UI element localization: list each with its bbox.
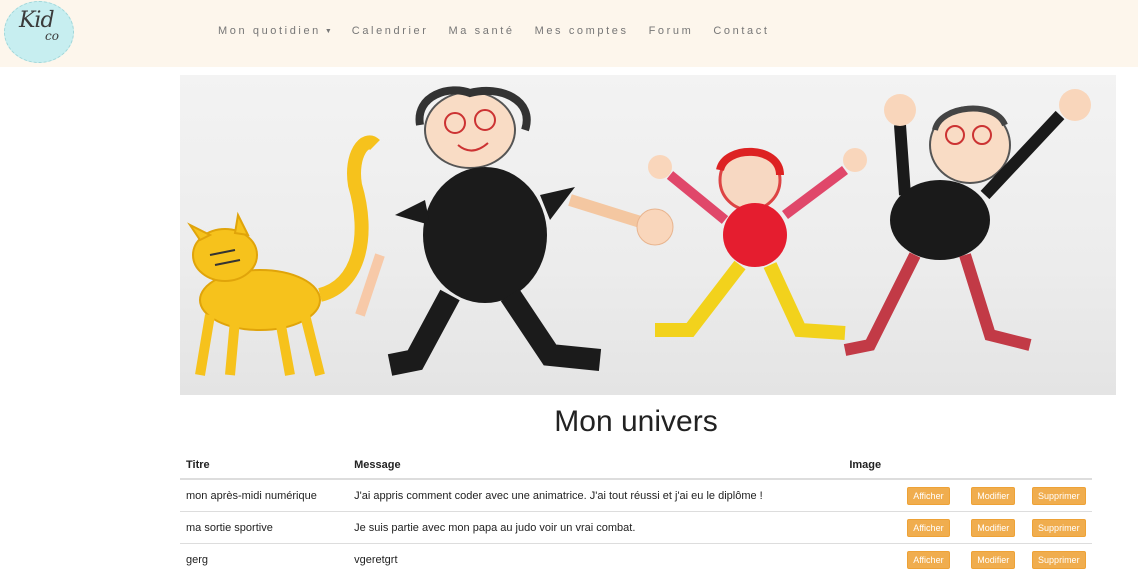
caret-down-icon: ▼ [322, 28, 332, 35]
table-row: ma sortie sportive Je suis partie avec m… [180, 511, 1092, 544]
nav-item-ma-sante[interactable]: Ma santé [449, 25, 515, 37]
nav-item-mon-quotidien[interactable]: Mon quotidien ▼ [218, 25, 332, 37]
cat-drawing [187, 135, 380, 377]
delete-button[interactable]: Supprimer [1032, 550, 1086, 569]
row-message: J'ai appris comment coder avec une anima… [354, 489, 763, 502]
show-button[interactable]: Afficher [907, 486, 950, 505]
delete-cell: Supprimer [1025, 543, 1092, 575]
column-header-title: Titre [180, 452, 349, 480]
edit-button[interactable]: Modifier [971, 550, 1016, 569]
row-title: gerg [180, 543, 349, 575]
child-figure [648, 147, 867, 340]
delete-cell: Supprimer [1026, 479, 1092, 512]
row-image [843, 479, 896, 512]
row-message: Je suis partie avec mon papa au judo voi… [348, 511, 844, 544]
children-drawing [187, 86, 1091, 377]
table-header-row: Titre Message Image [180, 452, 1092, 480]
row-title: ma sortie sportive [180, 511, 349, 544]
show-cell: Afficher [896, 479, 961, 512]
show-button[interactable]: Afficher [907, 518, 950, 537]
table-row: mon après-midi numérique J'ai appris com… [180, 479, 1092, 512]
edit-cell: Modifier [960, 511, 1026, 544]
edit-button[interactable]: Modifier [971, 486, 1016, 505]
delete-cell: Supprimer [1025, 511, 1092, 544]
column-header-message: Message [348, 452, 844, 480]
column-header-image: Image [843, 452, 896, 480]
row-title: mon après-midi numérique [186, 489, 317, 502]
nav-item-forum[interactable]: Forum [649, 25, 694, 37]
main-nav: Mon quotidien ▼ Calendrier Ma santé Mes … [218, 25, 789, 37]
logo[interactable]: Kid co [4, 1, 74, 63]
show-cell: Afficher [896, 543, 961, 575]
page-title: Mon univers [554, 405, 718, 438]
delete-button[interactable]: Supprimer [1032, 486, 1086, 505]
edit-cell: Modifier [961, 479, 1026, 512]
row-message: vgeretgrt [348, 543, 844, 575]
table-row: gerg vgeretgrt Afficher Modifier Supprim… [180, 543, 1092, 575]
posts-table: Titre Message Image mon après-midi numér… [180, 452, 1092, 575]
delete-button[interactable]: Supprimer [1032, 518, 1086, 537]
adult-figure-right [843, 89, 1091, 356]
show-cell: Afficher [896, 511, 961, 544]
column-header-delete [1025, 452, 1092, 480]
nav-item-calendrier[interactable]: Calendrier [352, 25, 429, 37]
logo-sub-text: co [45, 29, 59, 43]
nav-item-contact[interactable]: Contact [713, 25, 769, 37]
column-header-edit [960, 452, 1026, 480]
column-header-show [896, 452, 961, 480]
row-image [843, 511, 896, 544]
hero-drawing-image [180, 75, 1116, 395]
adult-figure-left [355, 86, 674, 376]
edit-button[interactable]: Modifier [971, 518, 1016, 537]
navbar: Kid co Mon quotidien ▼ Calendrier Ma san… [0, 0, 1138, 67]
nav-item-mes-comptes[interactable]: Mes comptes [535, 25, 629, 37]
nav-item-label: Mon quotidien [218, 25, 321, 37]
edit-cell: Modifier [960, 543, 1026, 575]
row-image [843, 543, 896, 575]
show-button[interactable]: Afficher [907, 550, 950, 569]
